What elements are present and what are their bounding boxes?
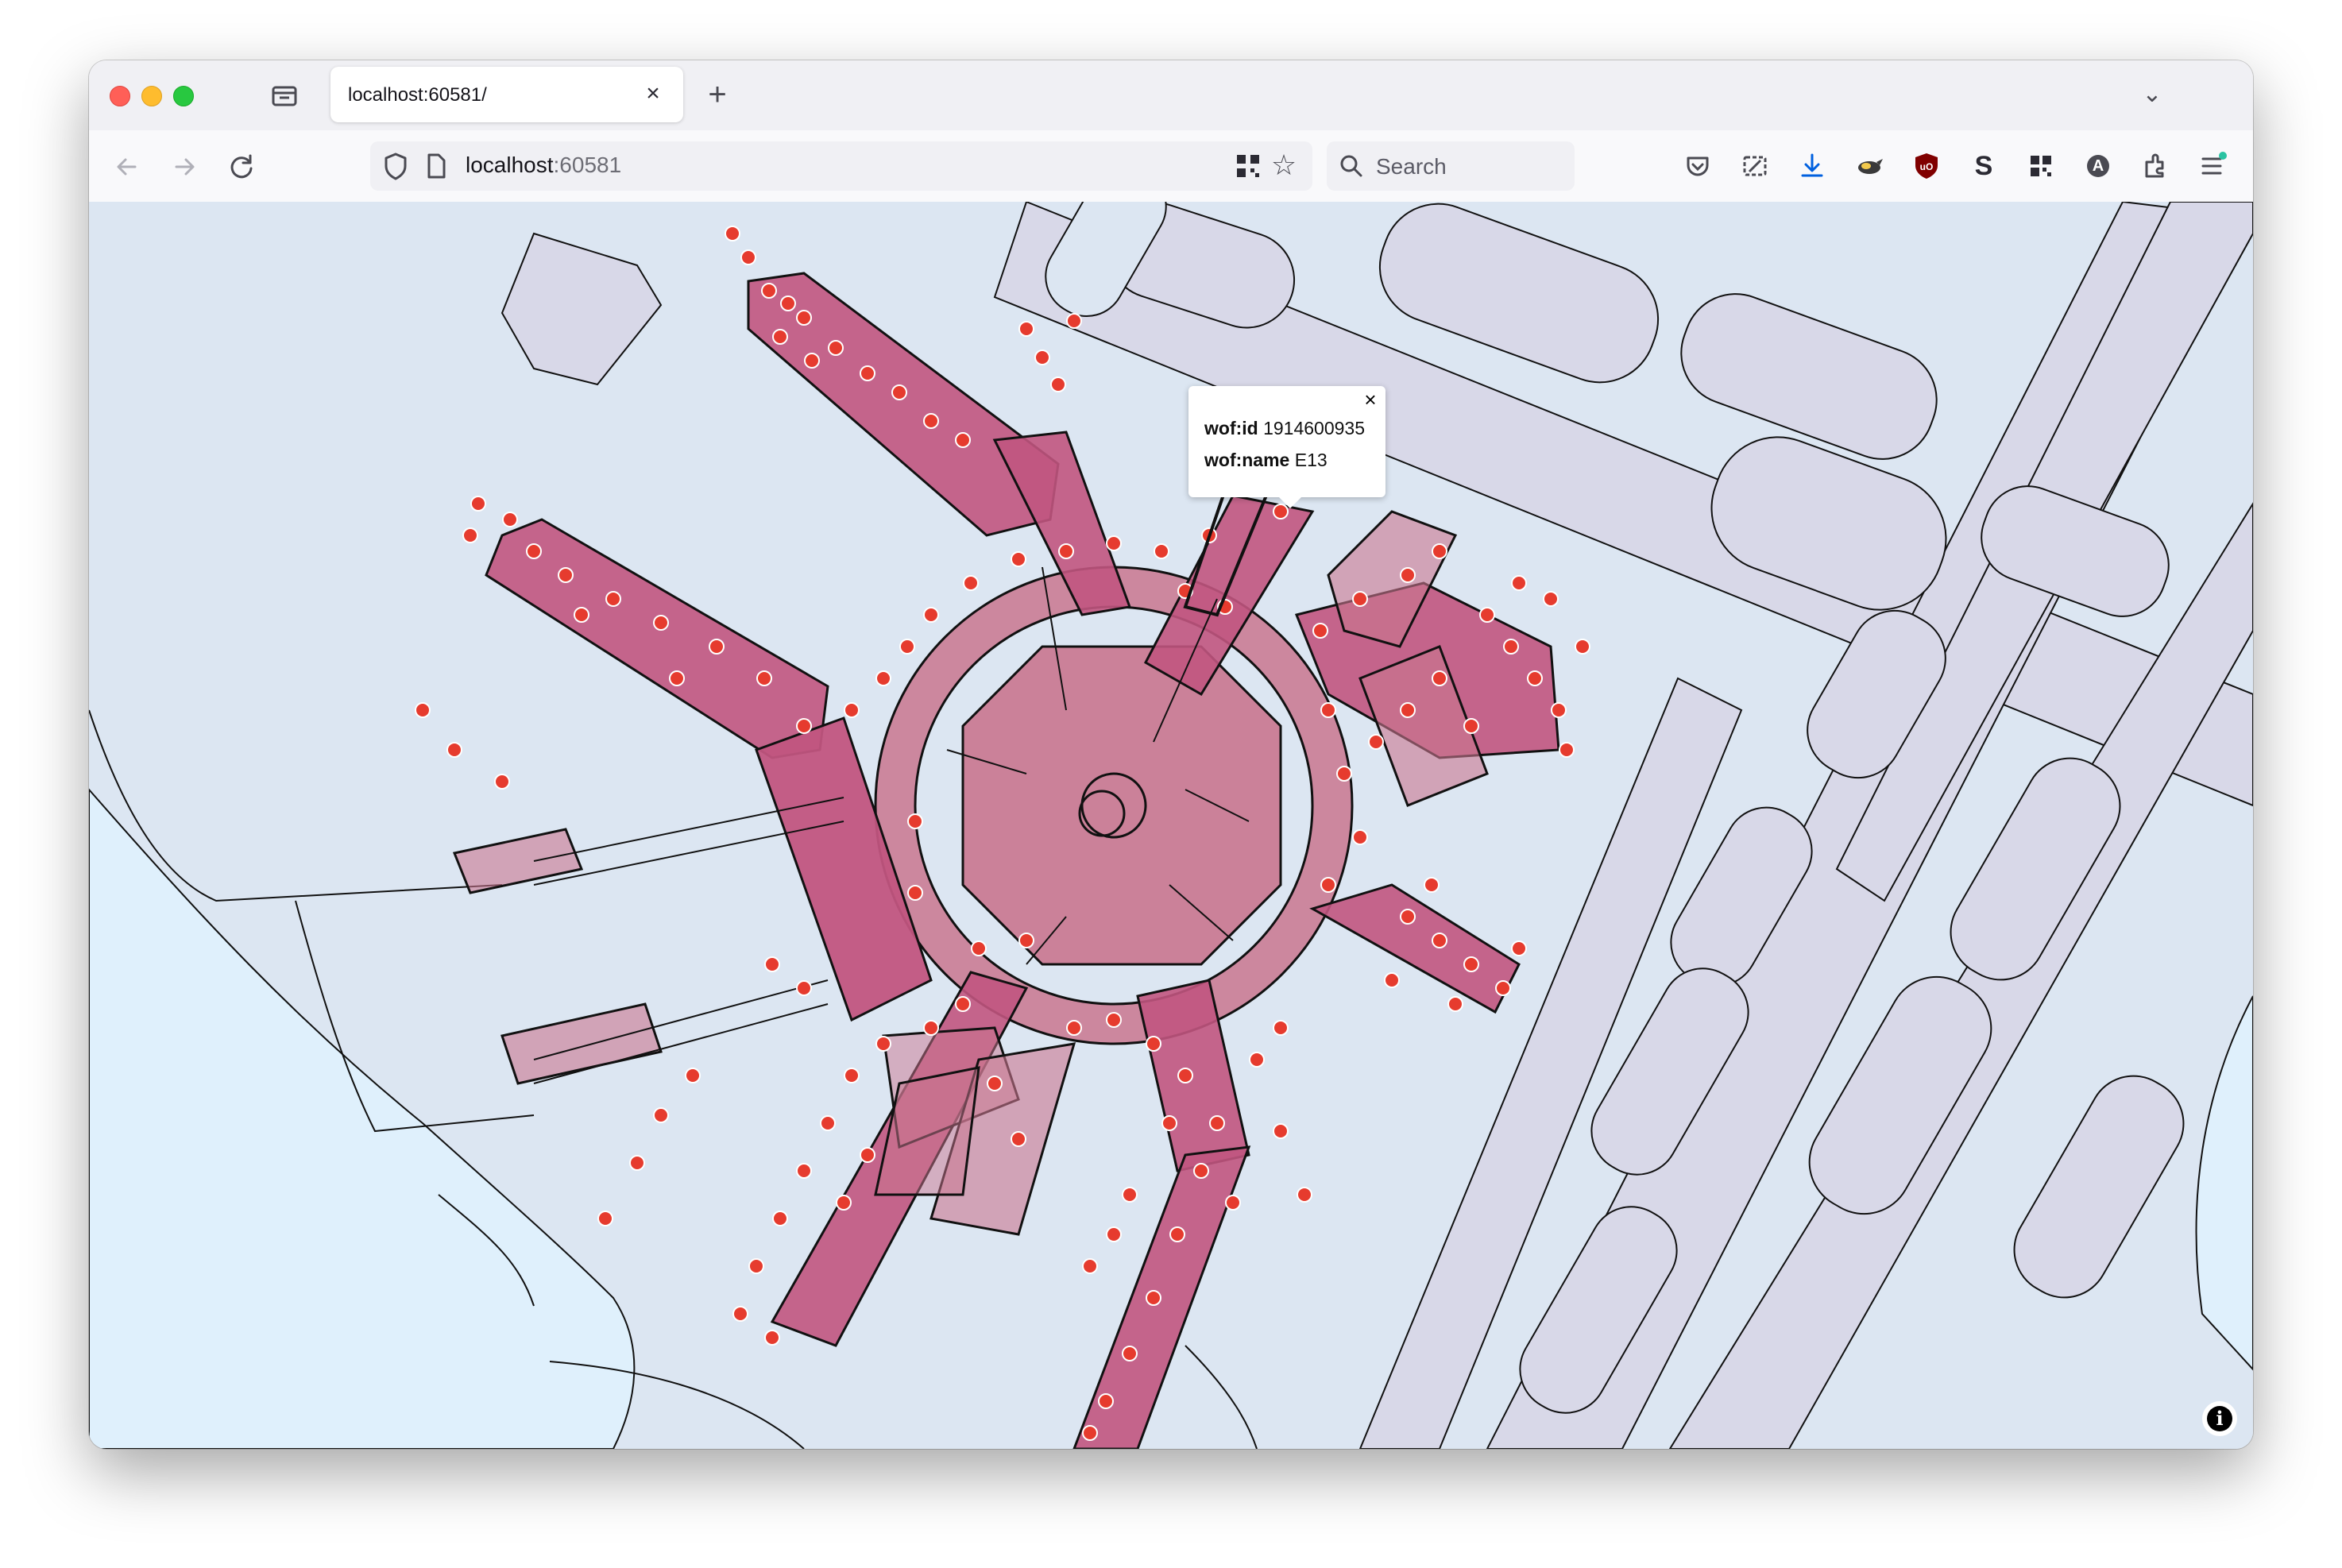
tab-bar: localhost:60581/ × + ⌄: [89, 60, 2253, 130]
ublock-icon[interactable]: uO: [1908, 148, 1945, 184]
popup-close-icon[interactable]: ×: [1360, 389, 1381, 410]
extension-bird-icon[interactable]: [1851, 148, 1888, 184]
reload-icon[interactable]: [221, 146, 262, 187]
map-canvas[interactable]: [89, 202, 2253, 1449]
menu-icon[interactable]: [2194, 148, 2231, 184]
browser-window: localhost:60581/ × + ⌄ localhost:60581 ☆…: [89, 60, 2253, 1449]
search-placeholder: Search: [1376, 154, 1447, 179]
back-arrow-icon[interactable]: [106, 146, 148, 187]
page-info-icon[interactable]: [424, 153, 448, 180]
popup-value: 1914600935: [1263, 418, 1366, 438]
tab-close-icon[interactable]: ×: [637, 76, 669, 111]
new-tab-button[interactable]: +: [698, 75, 737, 114]
popup-key: wof:id: [1204, 418, 1258, 438]
url-bar[interactable]: localhost:60581 ☆: [370, 141, 1312, 191]
window-zoom-button[interactable]: [173, 86, 194, 106]
tab-title: localhost:60581/: [348, 84, 487, 106]
account-icon[interactable]: A: [2080, 148, 2116, 184]
qr-extension-icon[interactable]: [2023, 148, 2059, 184]
search-bar[interactable]: Search: [1327, 141, 1575, 191]
url-text[interactable]: localhost:60581: [466, 153, 621, 178]
feature-popup: × wof:id 1914600935 wof:name E13: [1188, 386, 1385, 508]
popup-value: E13: [1294, 450, 1328, 470]
window-minimize-button[interactable]: [141, 86, 162, 106]
url-port: :60581: [553, 153, 622, 177]
popup-key: wof:name: [1204, 450, 1290, 470]
downloads-icon[interactable]: [1794, 148, 1830, 184]
qr-code-icon[interactable]: [1235, 153, 1262, 180]
list-all-tabs-icon[interactable]: ⌄: [2132, 75, 2172, 114]
popup-tail: [1279, 497, 1301, 508]
svg-text:uO: uO: [1920, 161, 1934, 172]
extensions-icon[interactable]: [2137, 148, 2174, 184]
nav-toolbar: localhost:60581 ☆ Search uO S A: [89, 130, 2253, 203]
screenshot-icon[interactable]: [1737, 148, 1773, 184]
info-icon: i: [2207, 1406, 2232, 1431]
window-close-button[interactable]: [110, 86, 130, 106]
account-initial: A: [2092, 157, 2104, 175]
forward-arrow-icon[interactable]: [164, 146, 205, 187]
search-icon: [1338, 153, 1365, 180]
bookmark-star-icon[interactable]: ☆: [1266, 148, 1301, 183]
tab-list-icon[interactable]: [269, 81, 300, 110]
tab-active[interactable]: localhost:60581/ ×: [330, 67, 683, 122]
attribution-info-button[interactable]: i: [2202, 1401, 2237, 1436]
map-container[interactable]: × wof:id 1914600935 wof:name E13 i: [89, 202, 2253, 1449]
popup-row-name: wof:name E13: [1204, 450, 1328, 471]
s-extension-icon[interactable]: S: [1965, 148, 2002, 184]
tracking-shield-icon[interactable]: [380, 149, 412, 183]
url-host: localhost: [466, 153, 554, 177]
popup-row-id: wof:id 1914600935: [1204, 418, 1365, 439]
pocket-icon[interactable]: [1679, 148, 1716, 184]
